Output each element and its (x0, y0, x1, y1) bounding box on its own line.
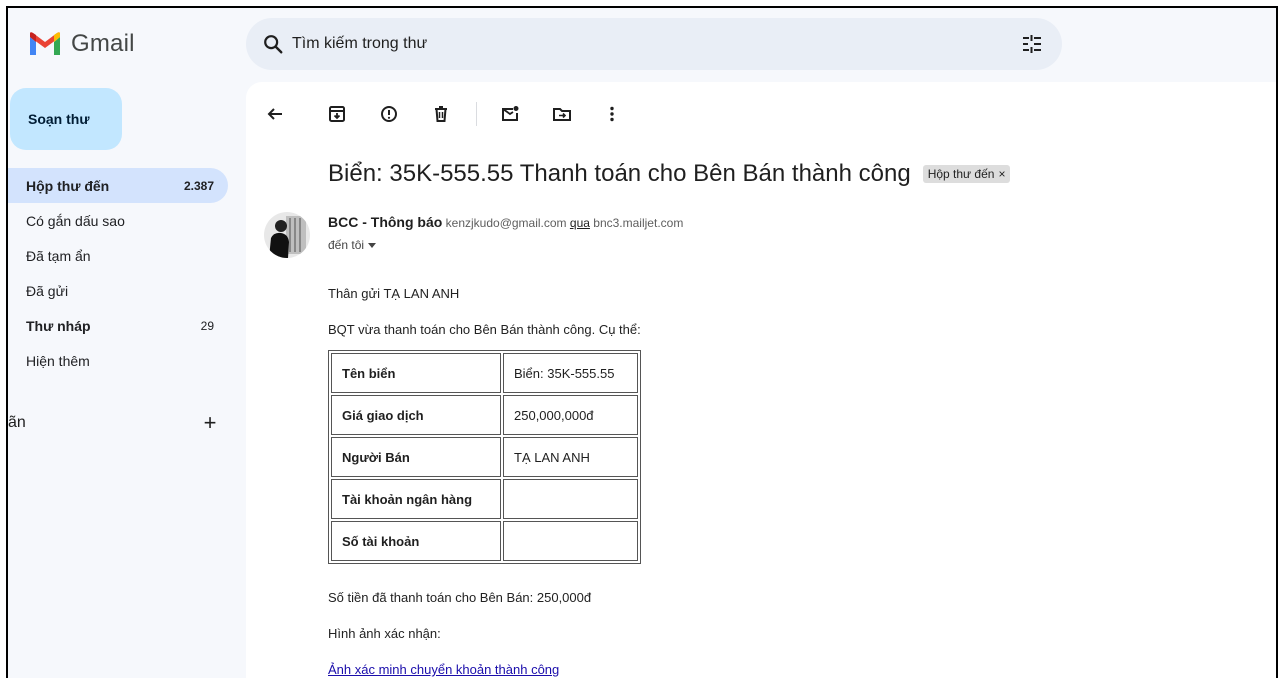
app-name: Gmail (71, 30, 135, 57)
search-options-icon[interactable] (1020, 32, 1044, 56)
remove-label-button[interactable]: × (998, 167, 1005, 181)
add-label-button[interactable]: + (198, 410, 222, 436)
subject-row: Biển: 35K-555.55 Thanh toán cho Bên Bán … (328, 160, 1011, 188)
search-icon[interactable] (262, 33, 284, 55)
table-key: Giá giao dịch (331, 395, 501, 435)
compose-button[interactable]: Soạn thư (10, 88, 122, 150)
table-key: Tài khoản ngân hàng (331, 479, 501, 519)
sender-line: BCC - Thông báo kenzjkudo@gmail.com qua … (328, 214, 683, 230)
payment-details-table: Tên biển Biển: 35K-555.55 Giá giao dịch … (328, 350, 641, 564)
sidebar-nav: Hộp thư đến 2.387 Có gắn dấu sao Đã tạm … (8, 168, 228, 378)
avatar-image (264, 212, 310, 258)
sender-name[interactable]: BCC - Thông báo (328, 214, 442, 230)
via-link[interactable]: qua (570, 216, 590, 230)
table-value: Biển: 35K-555.55 (503, 353, 638, 393)
more-options-button[interactable] (601, 103, 623, 125)
gmail-window: Gmail Tìm kiếm trong thư Soạn thư Hộp th… (6, 6, 1278, 678)
label-chip-text: Hộp thư đến (927, 167, 995, 181)
table-value (503, 479, 638, 519)
table-row: Tài khoản ngân hàng (331, 479, 638, 519)
mark-unread-icon (502, 106, 519, 121)
recipient-label: đến tôi (328, 238, 365, 252)
move-to-button[interactable] (551, 103, 573, 125)
more-vert-icon (610, 106, 614, 122)
confirmation-image-link[interactable]: Ảnh xác minh chuyển khoản thành công (328, 662, 559, 677)
label-chip[interactable]: Hộp thư đến × (922, 165, 1011, 183)
table-key: Người Bán (331, 437, 501, 477)
spam-icon (381, 106, 397, 122)
table-key: Số tài khoản (331, 521, 501, 561)
sidebar-item-label: Có gắn dấu sao (26, 212, 125, 229)
sidebar-item-starred[interactable]: Có gắn dấu sao (8, 203, 228, 238)
report-spam-button[interactable] (378, 103, 400, 125)
sender-email: kenzjkudo@gmail.com (445, 216, 567, 230)
sidebar-item-inbox[interactable]: Hộp thư đến 2.387 (8, 168, 228, 203)
sidebar-item-label: Đã tạm ẩn (26, 247, 91, 264)
greeting-text: Thân gửi TẠ LAN ANH (328, 286, 460, 301)
sidebar-item-drafts[interactable]: Thư nháp 29 (8, 308, 228, 343)
sidebar-item-label: Hộp thư đến (26, 177, 110, 194)
table-row: Số tài khoản (331, 521, 638, 561)
mark-unread-button[interactable] (499, 103, 521, 125)
search-bar[interactable]: Tìm kiếm trong thư (246, 18, 1062, 70)
archive-button[interactable] (326, 103, 348, 125)
draft-count: 29 (200, 318, 214, 333)
intro-text: BQT vừa thanh toán cho Bên Bán thành côn… (328, 322, 641, 337)
via-domain: bnc3.mailjet.com (593, 216, 684, 230)
sender-avatar[interactable] (264, 212, 310, 258)
labels-header: ãn + (8, 408, 222, 438)
table-value: TẠ LAN ANH (503, 437, 638, 477)
delete-button[interactable] (430, 103, 452, 125)
move-folder-icon (553, 108, 571, 121)
archive-icon (329, 106, 345, 122)
labels-title: ãn (8, 414, 26, 431)
recipient-details-toggle[interactable]: đến tôi (328, 238, 377, 252)
search-input[interactable]: Tìm kiếm trong thư (292, 35, 1020, 53)
message-view: Biển: 35K-555.55 Thanh toán cho Bên Bán … (246, 82, 1276, 678)
trash-icon (435, 106, 447, 122)
message-toolbar (264, 98, 623, 130)
unread-count: 2.387 (183, 178, 214, 193)
sidebar-item-sent[interactable]: Đã gửi (8, 273, 228, 308)
arrow-left-icon (267, 108, 282, 120)
table-row: Người Bán TẠ LAN ANH (331, 437, 638, 477)
sidebar-item-label: Đã gửi (26, 282, 69, 299)
paid-amount-text: Số tiền đã thanh toán cho Bên Bán: 250,0… (328, 590, 592, 605)
table-key: Tên biển (331, 353, 501, 393)
sidebar-item-more[interactable]: Hiện thêm (8, 343, 228, 378)
caret-down-icon (368, 242, 377, 248)
image-label-text: Hình ảnh xác nhận: (328, 626, 441, 641)
table-row: Giá giao dịch 250,000,000đ (331, 395, 638, 435)
back-button[interactable] (264, 103, 286, 125)
toolbar-divider (476, 102, 477, 126)
email-subject: Biển: 35K-555.55 Thanh toán cho Bên Bán … (328, 160, 911, 187)
sidebar-item-label: Thư nháp (26, 317, 91, 334)
table-value: 250,000,000đ (503, 395, 638, 435)
table-value (503, 521, 638, 561)
gmail-m-icon (30, 32, 60, 55)
gmail-logo[interactable]: Gmail (28, 30, 135, 58)
sidebar-item-snoozed[interactable]: Đã tạm ẩn (8, 238, 228, 273)
table-row: Tên biển Biển: 35K-555.55 (331, 353, 638, 393)
sidebar-item-label: Hiện thêm (26, 352, 90, 369)
